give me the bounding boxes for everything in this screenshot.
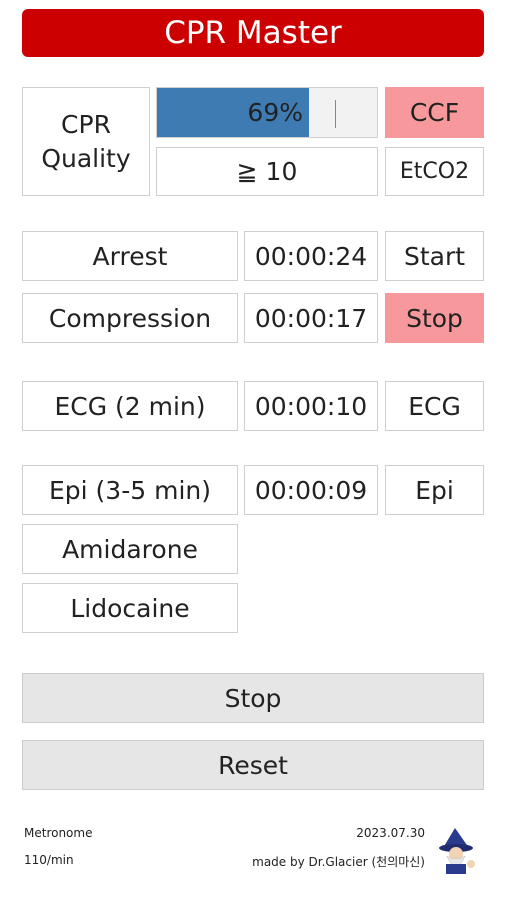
etco2-button[interactable]: EtCO2	[385, 147, 484, 196]
app-title: CPR Master	[22, 9, 484, 57]
credit-text: made by Dr.Glacier (천의마신)	[252, 855, 425, 869]
cpr-quality-label-line2: Quality	[41, 143, 131, 173]
ecg-button[interactable]: ECG	[385, 381, 484, 431]
version-date: 2023.07.30	[356, 826, 425, 840]
etco2-value[interactable]: ≧ 10	[156, 147, 378, 196]
ecg-label: ECG (2 min)	[22, 381, 238, 431]
cpr-quality-label-line1: CPR	[61, 109, 111, 139]
wizard-icon	[439, 828, 475, 874]
compression-stop-button[interactable]: Stop	[385, 293, 484, 343]
ccf-button[interactable]: CCF	[385, 87, 484, 138]
epi-timer: 00:00:09	[244, 465, 378, 515]
arrest-start-button[interactable]: Start	[385, 231, 484, 281]
compression-timer: 00:00:17	[244, 293, 378, 343]
stop-all-button[interactable]: Stop	[22, 673, 484, 723]
ecg-timer: 00:00:10	[244, 381, 378, 431]
amidarone-button[interactable]: Amidarone	[22, 524, 238, 574]
epi-label: Epi (3-5 min)	[22, 465, 238, 515]
metronome-label[interactable]: Metronome	[24, 826, 92, 840]
arrest-timer: 00:00:24	[244, 231, 378, 281]
compression-label: Compression	[22, 293, 238, 343]
reset-button[interactable]: Reset	[22, 740, 484, 790]
lidocaine-button[interactable]: Lidocaine	[22, 583, 238, 633]
cpr-quality-label: CPR Quality	[22, 87, 150, 196]
ccf-percent-text: 69%	[247, 98, 303, 127]
ccf-target-marker	[335, 100, 336, 128]
epi-button[interactable]: Epi	[385, 465, 484, 515]
arrest-label: Arrest	[22, 231, 238, 281]
metronome-rate[interactable]: 110/min	[24, 853, 74, 867]
ccf-progress-bar: 69%	[156, 87, 378, 138]
